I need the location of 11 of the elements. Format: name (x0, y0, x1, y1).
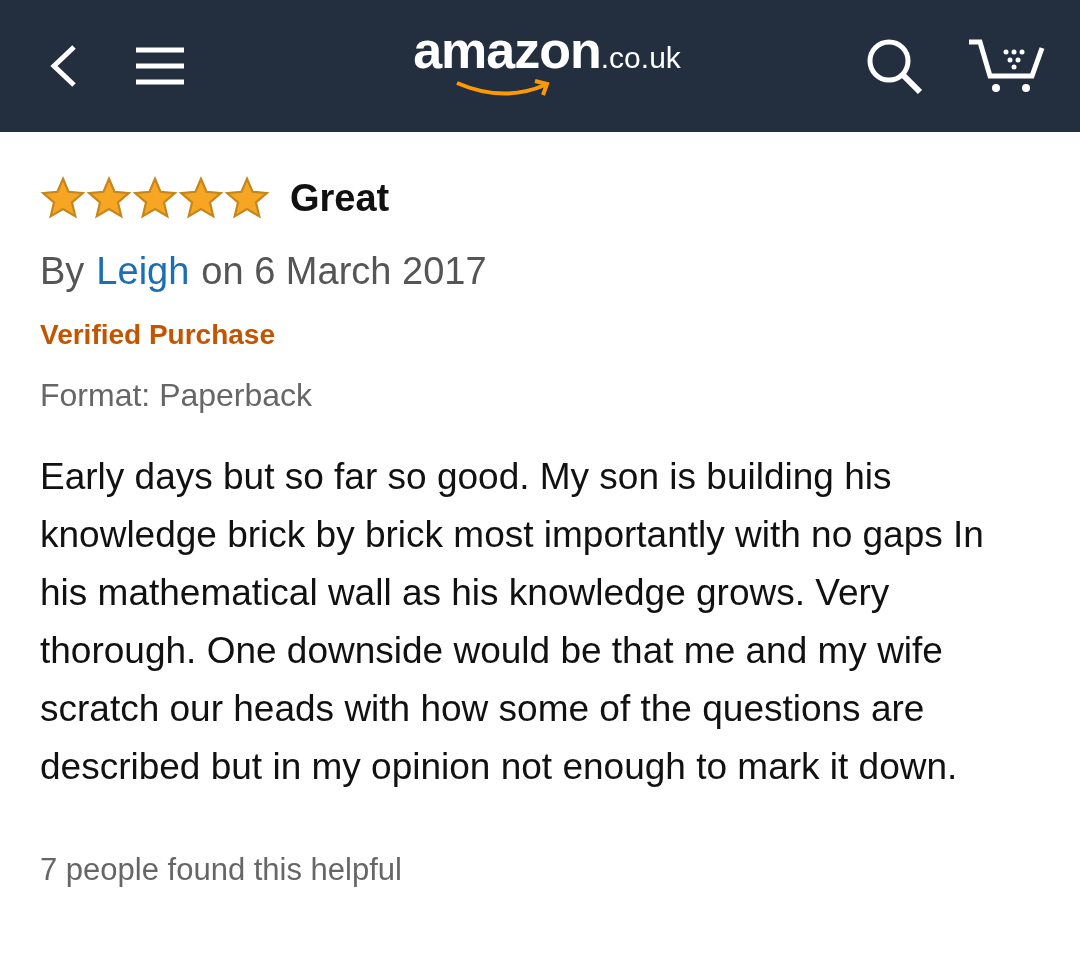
author-link[interactable]: Leigh (96, 250, 190, 293)
byline-text: By (40, 250, 85, 293)
menu-icon[interactable] (134, 46, 186, 86)
back-icon[interactable] (48, 44, 78, 88)
format-text: Format: Paperback (40, 377, 314, 414)
review-text: Early days but so far so good. My son is building his knowledge brick by brick most importantly with no gaps In his mathematical wall as his knowledge grows. Very thorough. One downside would be that me and my wife scratch our heads with how some of the questions are described but in my opinion not enough to mark it down. (40, 455, 985, 789)
helpful-count: 7 people found this helpful (40, 852, 403, 888)
review-title: Great (290, 176, 390, 220)
amazon-logo[interactable]: amazon.co.uk (413, 20, 681, 102)
verified-purchase-label: Verified Purchase (40, 319, 276, 351)
review-date: on 6 March 2017 (201, 250, 487, 293)
